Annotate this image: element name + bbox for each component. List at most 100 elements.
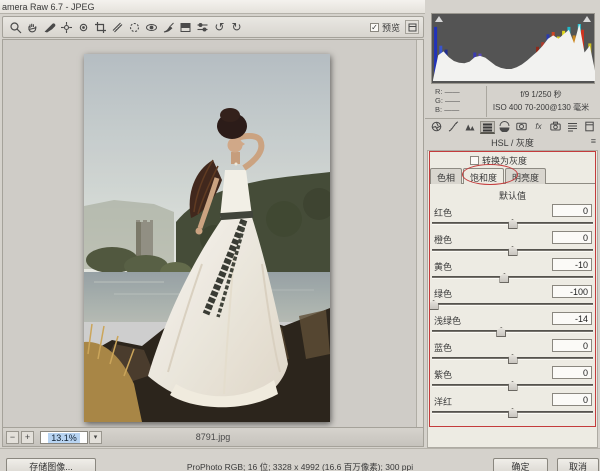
preferences-icon[interactable]	[194, 19, 211, 35]
slider-aqua: 浅绿色 -14	[428, 312, 597, 339]
rotate-left-icon[interactable]: ↺	[211, 19, 228, 35]
white-balance-eyedropper-icon[interactable]	[41, 19, 58, 35]
slider-value-input[interactable]: 0	[552, 393, 592, 406]
zoom-in-button[interactable]: +	[21, 431, 34, 444]
save-image-button[interactable]: 存储图像...	[6, 458, 96, 471]
rotate-right-icon[interactable]: ↻	[228, 19, 245, 35]
red-eye-tool-icon[interactable]	[143, 19, 160, 35]
tab-split-toning-icon[interactable]	[497, 121, 512, 134]
default-values-link[interactable]: 默认值	[428, 189, 597, 202]
slider-purple: 紫色 0	[428, 366, 597, 393]
highlight-clipping-icon[interactable]	[583, 16, 591, 22]
preview-scrollbar[interactable]	[416, 40, 423, 428]
rgb-readout: R: —— G: —— B: ——	[431, 86, 487, 117]
slider-value-input[interactable]: 0	[552, 231, 592, 244]
saturation-sliders: 红色 0 橙色 0 黄色 -10 绿色 -100	[428, 204, 597, 420]
slider-value-input[interactable]: -100	[552, 285, 592, 298]
slider-label: 绿色	[434, 287, 452, 300]
panel-title: HSL / 灰度 ≡	[425, 136, 600, 148]
slider-value-input[interactable]: -14	[552, 312, 592, 325]
shot-settings: f/9 1/250 秒 ISO 400 70-200@130 毫米	[487, 86, 595, 117]
slider-thumb[interactable]	[496, 327, 506, 337]
slider-track[interactable]	[432, 222, 593, 225]
slider-label: 紫色	[434, 368, 452, 381]
convert-to-grayscale-checkbox[interactable]: 转换为灰度	[470, 154, 527, 167]
slider-blue: 蓝色 0	[428, 339, 597, 366]
hsl-panel-content: 转换为灰度 色相 饱和度 明亮度 默认值 红色 0 橙色 0	[427, 150, 598, 448]
slider-thumb[interactable]	[499, 273, 509, 283]
slider-red: 红色 0	[428, 204, 597, 231]
graduated-filter-icon[interactable]	[177, 19, 194, 35]
slider-magenta: 洋红 0	[428, 393, 597, 420]
fullscreen-toggle-button[interactable]	[405, 20, 419, 34]
slider-orange: 橙色 0	[428, 231, 597, 258]
slider-track[interactable]	[432, 411, 593, 414]
slider-value-input[interactable]: 0	[552, 204, 592, 217]
cancel-button[interactable]: 取消	[557, 458, 599, 471]
slider-yellow: 黄色 -10	[428, 258, 597, 285]
targeted-adjustment-tool-icon[interactable]	[75, 19, 92, 35]
slider-label: 橙色	[434, 233, 452, 246]
toolbar: ↺ ↻ ✓预览	[2, 16, 424, 38]
hsl-subtabs: 色相 饱和度 明亮度	[430, 168, 595, 184]
photo-canvas[interactable]	[84, 54, 330, 422]
slider-value-input[interactable]: 0	[552, 339, 592, 352]
adjustments-panel: R: —— G: —— B: —— f/9 1/250 秒 ISO 400 70…	[425, 0, 600, 450]
tab-hsl-grayscale-icon[interactable]	[480, 121, 495, 134]
slider-label: 蓝色	[434, 341, 452, 354]
slider-track[interactable]	[432, 276, 593, 279]
window-title: amera Raw 6.7 - JPEG	[2, 2, 95, 12]
straighten-tool-icon[interactable]	[109, 19, 126, 35]
ok-button[interactable]: 确定	[493, 458, 548, 471]
tab-tone-curve-icon[interactable]	[446, 121, 461, 134]
slider-track[interactable]	[432, 303, 593, 306]
tab-presets-icon[interactable]	[565, 121, 580, 134]
preview-checkbox[interactable]: ✓	[370, 23, 379, 32]
slider-track[interactable]	[432, 357, 593, 360]
slider-label: 红色	[434, 206, 452, 219]
slider-value-input[interactable]: 0	[552, 366, 592, 379]
zoom-level-field[interactable]: 13.1%	[40, 431, 88, 444]
zoom-dropdown-button[interactable]: ▾	[89, 431, 102, 444]
workflow-options-link[interactable]: ProPhoto RGB; 16 位; 3328 x 4992 (16.6 百万…	[120, 461, 480, 471]
preview-status-bar: − + 13.1% ▾ 8791.jpg	[3, 427, 423, 446]
preview-toggle[interactable]: ✓预览	[370, 21, 400, 34]
slider-track[interactable]	[432, 249, 593, 252]
grayscale-checkbox-box[interactable]	[470, 156, 479, 165]
slider-value-input[interactable]: -10	[552, 258, 592, 271]
slider-track[interactable]	[432, 330, 593, 333]
tab-lens-corrections-icon[interactable]	[514, 121, 529, 134]
slider-thumb[interactable]	[508, 381, 518, 391]
slider-thumb[interactable]	[508, 219, 518, 229]
panel-menu-icon[interactable]: ≡	[591, 136, 596, 146]
slider-thumb[interactable]	[508, 246, 518, 256]
zoom-tool-icon[interactable]	[7, 19, 24, 35]
slider-label: 浅绿色	[434, 314, 461, 327]
divider	[425, 118, 600, 119]
subtab-saturation[interactable]: 饱和度	[463, 168, 504, 184]
histogram	[431, 13, 595, 84]
subtab-luminance[interactable]: 明亮度	[505, 168, 546, 184]
hand-tool-icon[interactable]	[24, 19, 41, 35]
spot-removal-tool-icon[interactable]	[126, 19, 143, 35]
exif-info: R: —— G: —— B: —— f/9 1/250 秒 ISO 400 70…	[431, 86, 595, 117]
shadow-clipping-icon[interactable]	[435, 16, 443, 22]
slider-track[interactable]	[432, 384, 593, 387]
crop-tool-icon[interactable]	[92, 19, 109, 35]
subtab-hue[interactable]: 色相	[430, 168, 462, 184]
slider-label: 黄色	[434, 260, 452, 273]
adjustment-brush-icon[interactable]	[160, 19, 177, 35]
color-sampler-tool-icon[interactable]	[58, 19, 75, 35]
slider-thumb[interactable]	[508, 408, 518, 418]
dialog-footer: 存储图像... ProPhoto RGB; 16 位; 3328 x 4992 …	[0, 448, 600, 471]
tab-effects-icon[interactable]: fx	[531, 121, 546, 134]
slider-label: 洋红	[434, 395, 452, 408]
tab-camera-calibration-icon[interactable]	[548, 121, 563, 134]
tab-basic-icon[interactable]	[429, 121, 444, 134]
tab-detail-icon[interactable]	[463, 121, 478, 134]
slider-thumb[interactable]	[429, 300, 439, 310]
tab-snapshots-icon[interactable]	[582, 121, 597, 134]
slider-thumb[interactable]	[508, 354, 518, 364]
zoom-out-button[interactable]: −	[6, 431, 19, 444]
panel-tab-bar: fx	[429, 121, 597, 135]
